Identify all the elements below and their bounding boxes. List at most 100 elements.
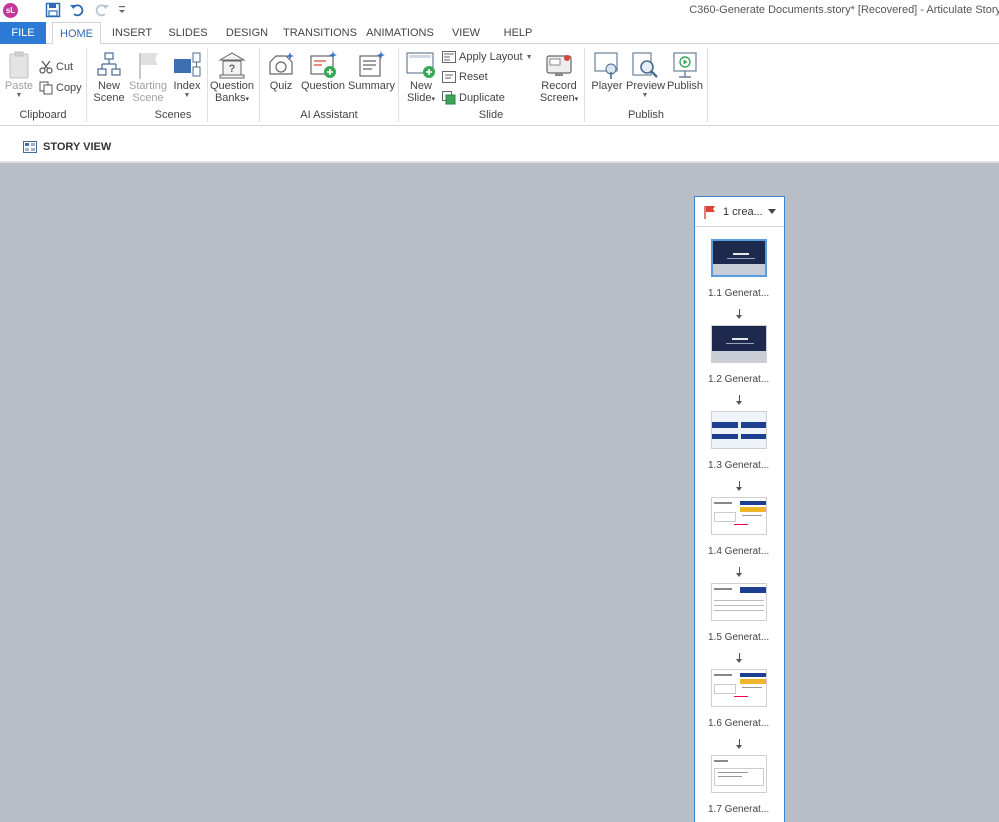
slide-preview [711, 239, 767, 277]
slide-thumbnail[interactable]: 1.4 Generat... [708, 497, 770, 557]
starting-scene-label-1: Starting [129, 80, 167, 92]
paste-label: Paste [4, 80, 34, 92]
tab-help[interactable]: HELP [499, 22, 537, 44]
tab-view[interactable]: VIEW [447, 22, 485, 44]
app-logo[interactable]: sL [3, 3, 18, 18]
slide-link-arrow-icon [736, 739, 742, 749]
starting-scene-button[interactable]: Starting Scene [128, 50, 168, 104]
new-slide-button[interactable]: New Slide▾ [403, 50, 439, 106]
scene-panel[interactable]: 1 crea... 1.1 Generat... 1.2 Generat... 1.… [694, 196, 785, 822]
scissors-icon [39, 60, 53, 74]
question-label: Question [300, 80, 346, 92]
slide-thumbnail[interactable]: 1.1 Generat... [708, 239, 769, 299]
slide-label: 1.6 Generat... [708, 718, 770, 729]
preview-label: Preview [626, 80, 666, 92]
view-bar: STORY VIEW [0, 126, 999, 163]
paste-icon [9, 51, 29, 79]
slide-preview [711, 325, 767, 363]
reset-button[interactable]: Reset [442, 71, 488, 83]
story-canvas[interactable] [0, 165, 999, 822]
starting-scene-flag-icon [704, 205, 715, 219]
preview-icon [632, 52, 658, 78]
summary-label: Summary [348, 80, 396, 92]
question-button[interactable]: Question [300, 50, 346, 92]
reset-icon [442, 71, 456, 83]
reset-label: Reset [459, 71, 488, 83]
player-icon [594, 52, 618, 79]
slide-link-arrow-icon [736, 395, 742, 405]
group-separator [707, 48, 708, 122]
apply-layout-button[interactable]: Apply Layout ▼ [442, 51, 533, 63]
question-bank-icon: ? [218, 52, 246, 79]
copy-icon [39, 81, 53, 95]
apply-layout-dropdown-icon: ▼ [525, 53, 533, 61]
apply-layout-label: Apply Layout [459, 51, 523, 63]
story-view-tab[interactable]: STORY VIEW [23, 141, 111, 153]
slide-label: 1.4 Generat... [708, 546, 770, 557]
record-screen-label-2: Screen▾ [539, 92, 579, 104]
record-screen-button[interactable]: Record Screen▾ [538, 50, 580, 106]
scene-dropdown-icon[interactable] [768, 209, 776, 214]
quiz-label: Quiz [269, 80, 293, 92]
layout-icon [442, 51, 456, 63]
paste-dropdown-icon: ▼ [15, 92, 23, 99]
tab-slides[interactable]: SLIDES [166, 22, 210, 44]
publish-button[interactable]: Publish [666, 50, 704, 92]
slide-thumbnail[interactable]: 1.7 Generat... [708, 755, 769, 815]
tab-file[interactable]: FILE [0, 22, 46, 44]
undo-icon[interactable] [69, 2, 87, 20]
ai-summary-icon [359, 51, 385, 77]
slide-link-arrow-icon [736, 309, 742, 319]
group-label-ai-assistant: AI Assistant [300, 109, 358, 121]
group-label-scenes: Scenes [154, 109, 192, 121]
slide-thumbnail[interactable]: 1.5 Generat... [708, 583, 770, 643]
duplicate-label: Duplicate [459, 92, 505, 104]
slide-thumbnail[interactable]: 1.3 Generat... [708, 411, 769, 471]
preview-button[interactable]: Preview ▼ [626, 50, 666, 100]
publish-label: Publish [666, 80, 704, 92]
index-icon [174, 52, 201, 77]
scene-title: 1 crea... [723, 205, 763, 218]
redo-icon[interactable] [94, 2, 112, 20]
slide-label: 1.5 Generat... [708, 632, 770, 643]
record-screen-label-1: Record [541, 80, 577, 92]
flag-icon [139, 53, 158, 79]
quiz-button[interactable]: Quiz [266, 50, 296, 92]
tab-home[interactable]: HOME [52, 22, 101, 45]
save-icon[interactable] [45, 2, 63, 20]
new-slide-icon [406, 52, 435, 78]
index-button[interactable]: Index ▼ [170, 50, 204, 100]
question-banks-label-1: Question [209, 80, 255, 92]
summary-button[interactable]: Summary [348, 50, 396, 92]
slide-preview [711, 669, 767, 707]
index-dropdown-icon: ▼ [183, 92, 191, 99]
player-button[interactable]: Player [590, 50, 624, 92]
tab-animations[interactable]: ANIMATIONS [366, 22, 434, 44]
paste-button[interactable]: Paste ▼ [4, 50, 34, 100]
svg-text:?: ? [229, 63, 236, 75]
cut-button[interactable]: Cut [39, 60, 73, 74]
scene-header[interactable]: 1 crea... [695, 197, 784, 227]
tab-design[interactable]: DESIGN [223, 22, 271, 44]
slide-preview [711, 755, 767, 793]
player-label: Player [591, 80, 623, 92]
group-label-slide: Slide [478, 109, 504, 121]
question-banks-button[interactable]: ? Question Banks▾ [209, 50, 255, 106]
copy-button[interactable]: Copy [39, 81, 82, 95]
slide-preview [711, 411, 767, 449]
tab-transitions[interactable]: TRANSITIONS [283, 22, 357, 44]
tab-insert[interactable]: INSERT [109, 22, 155, 44]
index-label: Index [173, 80, 201, 92]
group-label-clipboard: Clipboard [19, 109, 67, 121]
slide-preview [711, 583, 767, 621]
customize-dropdown-icon[interactable] [117, 4, 135, 22]
copy-label: Copy [56, 82, 82, 94]
new-scene-button[interactable]: New Scene [92, 50, 126, 104]
cut-label: Cut [56, 61, 74, 73]
new-scene-label-2: Scene [93, 92, 125, 104]
duplicate-button[interactable]: Duplicate [442, 91, 505, 105]
slide-thumbnail[interactable]: 1.6 Generat... [708, 669, 770, 729]
window-title: C360-Generate Documents.story* [Recovere… [689, 4, 999, 16]
slide-thumbnail[interactable]: 1.2 Generat... [708, 325, 769, 385]
new-scene-label-1: New [97, 80, 120, 92]
